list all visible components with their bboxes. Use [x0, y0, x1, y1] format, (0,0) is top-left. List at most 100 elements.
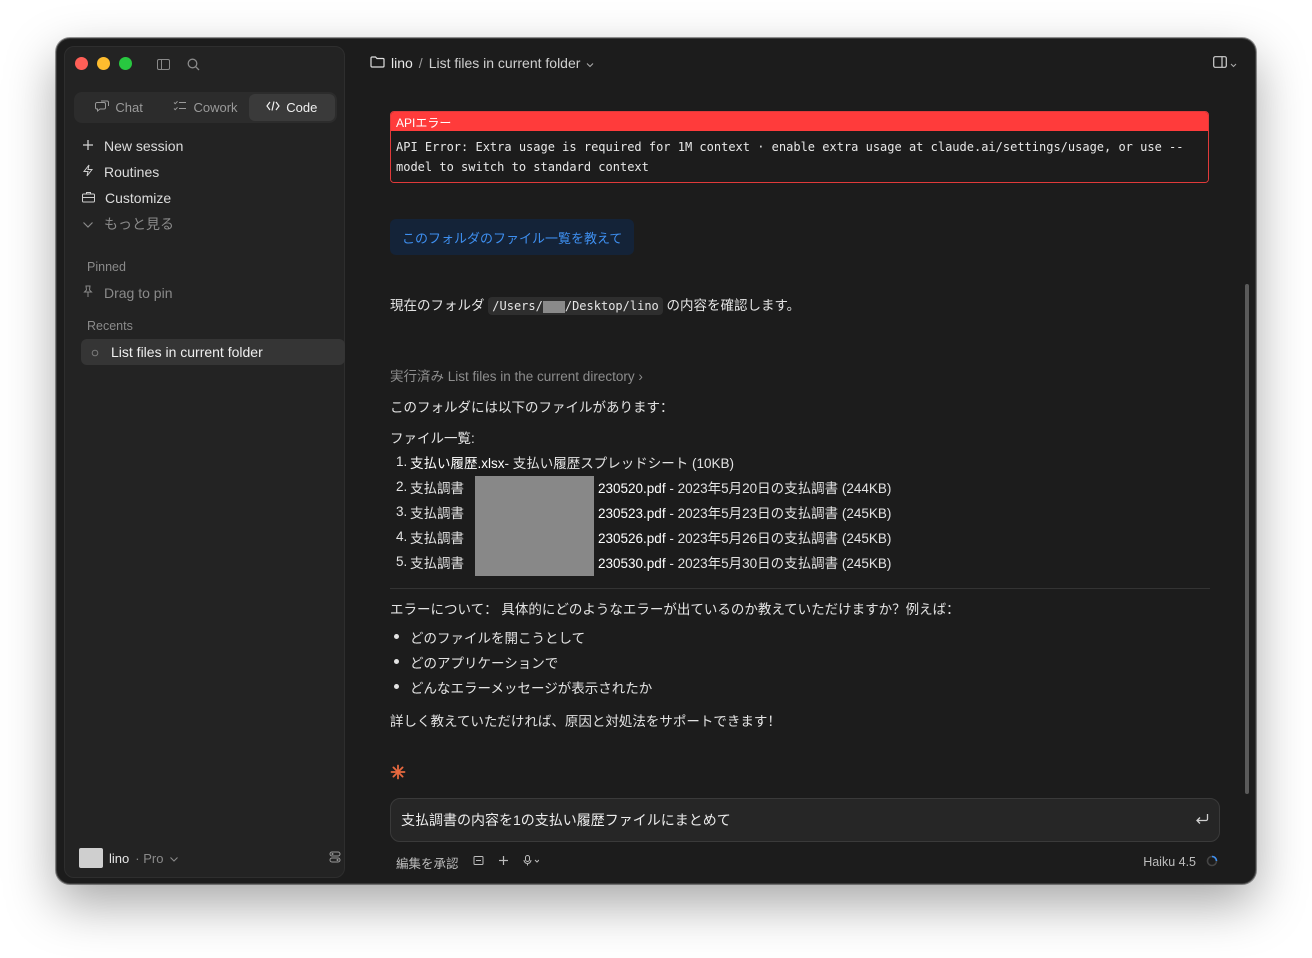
customize-label: Customize	[105, 190, 172, 206]
breadcrumb-folder[interactable]: lino	[391, 55, 413, 71]
search-icon[interactable]	[185, 56, 201, 72]
api-error-line-2: model to switch to standard context	[396, 160, 649, 174]
list-number: 3.	[396, 504, 408, 519]
new-session-label: New session	[104, 138, 184, 154]
new-session-button[interactable]: New session	[74, 133, 337, 159]
chat-icon	[95, 100, 110, 116]
zoom-window-button[interactable]	[119, 57, 132, 70]
more-button[interactable]: もっと見る	[74, 211, 337, 237]
redaction-mark	[542, 300, 565, 313]
closing-text: 詳しく教えていただければ、原因と対処法をサポートできます！	[390, 714, 781, 729]
error-question: エラーについて： 具体的にどのようなエラーが出ているのか教えていただけますか？例…	[390, 602, 960, 617]
divider	[390, 588, 1210, 589]
pin-drop-zone: Drag to pin	[82, 285, 172, 301]
pin-icon	[82, 285, 94, 301]
customize-button[interactable]: Customize	[74, 185, 337, 211]
chevron-down-icon[interactable]	[586, 55, 594, 71]
file-name-prefix: 支払調書	[410, 555, 464, 571]
tab-code[interactable]: Code	[248, 94, 335, 121]
intro-text: 現在のフォルダ	[390, 298, 485, 313]
folder-icon	[370, 55, 385, 71]
list-item: どんなエラーメッセージが表示されたか	[394, 674, 652, 699]
attach-file-icon[interactable]	[473, 855, 484, 869]
bullet-text: どのアプリケーションで	[410, 655, 559, 671]
session-title[interactable]: List files in current folder	[429, 55, 581, 71]
close-window-button[interactable]	[75, 57, 88, 70]
panel-right-icon	[1213, 55, 1227, 73]
code-icon	[266, 100, 281, 115]
sidebar-nav: New session Routines Customize もっと見る	[74, 133, 337, 237]
plus-icon	[82, 138, 94, 154]
file-name: 支払い履歴.xlsx	[410, 455, 505, 471]
routines-label: Routines	[104, 164, 160, 180]
bolt-icon	[82, 164, 94, 180]
api-error-message: API Error: Extra usage is required for 1…	[391, 131, 1208, 182]
file-name: 230523.pdf	[598, 505, 666, 521]
list-number: 4.	[396, 529, 408, 544]
composer-toolbar: 編集を承認 Haiku 4.5	[396, 853, 1218, 871]
list-heading: ファイル一覧:	[390, 431, 475, 446]
recent-session-label: List files in current folder	[111, 344, 263, 360]
breadcrumb: lino / List files in current folder	[370, 55, 594, 71]
file-list: 1. 支払い履歴.xlsx - 支払い履歴スプレッドシート (10KB) 2. …	[396, 449, 891, 576]
conversation: APIエラー API Error: Extra usage is require…	[390, 111, 1210, 811]
chevron-down-icon	[169, 851, 179, 866]
loading-spinner-icon	[1206, 855, 1218, 870]
spark-icon	[390, 764, 406, 785]
list-number: 1.	[396, 454, 408, 469]
return-icon[interactable]	[1195, 812, 1209, 828]
mode-tabs: Chat Cowork Code	[74, 92, 337, 123]
path-prefix: /Users/	[492, 299, 543, 313]
api-error-header: APIエラー	[391, 112, 1208, 131]
list-item: 1. 支払い履歴.xlsx - 支払い履歴スプレッドシート (10KB)	[396, 449, 734, 474]
scrollbar[interactable]	[1245, 284, 1249, 794]
tab-chat[interactable]: Chat	[76, 94, 162, 121]
redaction-block	[475, 476, 594, 576]
window-controls	[75, 57, 132, 70]
user-message: このフォルダのファイル一覧を教えて	[390, 219, 635, 255]
user-menu[interactable]: lino · Pro	[79, 847, 341, 869]
pinned-section-label: Pinned	[87, 260, 126, 274]
list-item: どのファイルを開こうとして	[394, 624, 652, 649]
message-input-text[interactable]: 支払調書の内容を1の支払い履歴ファイルにまとめて	[401, 810, 1195, 830]
api-error-box: APIエラー API Error: Extra usage is require…	[390, 111, 1209, 183]
message-input[interactable]: 支払調書の内容を1の支払い履歴ファイルにまとめて	[390, 798, 1220, 842]
drag-to-pin-label: Drag to pin	[104, 285, 173, 301]
list-number: 5.	[396, 554, 408, 569]
response-intro: 現在のフォルダ /Users/ /Desktop/lino の内容を確認します。	[390, 294, 801, 315]
file-desc: - 2023年5月23日の支払調書 (245KB)	[665, 505, 892, 521]
minimize-window-button[interactable]	[97, 57, 110, 70]
recent-session-item[interactable]: List files in current folder	[81, 339, 345, 365]
settings-toggle-icon[interactable]	[329, 851, 341, 866]
microphone-icon[interactable]	[523, 855, 539, 869]
more-label: もっと見る	[104, 216, 174, 232]
panel-toggle-button[interactable]	[1213, 55, 1237, 73]
file-desc: - 2023年5月20日の支払調書 (244KB)	[665, 480, 892, 496]
bullet-text: どんなエラーメッセージが表示されたか	[410, 680, 653, 696]
sidebar-toggle-icon[interactable]	[155, 56, 171, 72]
file-name-prefix: 支払調書	[410, 530, 464, 546]
intro-text-after: の内容を確認します。	[666, 298, 801, 313]
file-name: 230530.pdf	[598, 555, 666, 571]
tab-cowork[interactable]: Cowork	[162, 94, 248, 121]
avatar	[79, 848, 103, 868]
approve-edits-button[interactable]: 編集を承認	[396, 853, 459, 872]
user-plan: · Pro	[135, 850, 164, 866]
recents-section-label: Recents	[87, 319, 133, 333]
file-name: 230526.pdf	[598, 530, 666, 546]
model-selector[interactable]: Haiku 4.5	[1143, 855, 1196, 869]
tool-status[interactable]: 実行済み List files in the current directory…	[390, 365, 643, 385]
api-error-line-1: API Error: Extra usage is required for 1…	[396, 140, 1184, 154]
chevron-down-icon	[82, 216, 94, 232]
session-status-icon	[91, 344, 99, 360]
path-suffix: /Desktop/lino	[564, 299, 659, 313]
list-item: どのアプリケーションで	[394, 649, 652, 674]
folder-path: /Users/ /Desktop/lino	[488, 297, 663, 315]
bullet-text: どのファイルを開こうとして	[410, 630, 586, 646]
user-name: lino	[109, 850, 130, 866]
plus-icon[interactable]	[498, 855, 509, 869]
breadcrumb-separator: /	[418, 55, 423, 71]
routines-button[interactable]: Routines	[74, 159, 337, 185]
file-name-prefix: 支払調書	[410, 505, 464, 521]
files-intro: このフォルダには以下のファイルがあります：	[390, 400, 674, 415]
